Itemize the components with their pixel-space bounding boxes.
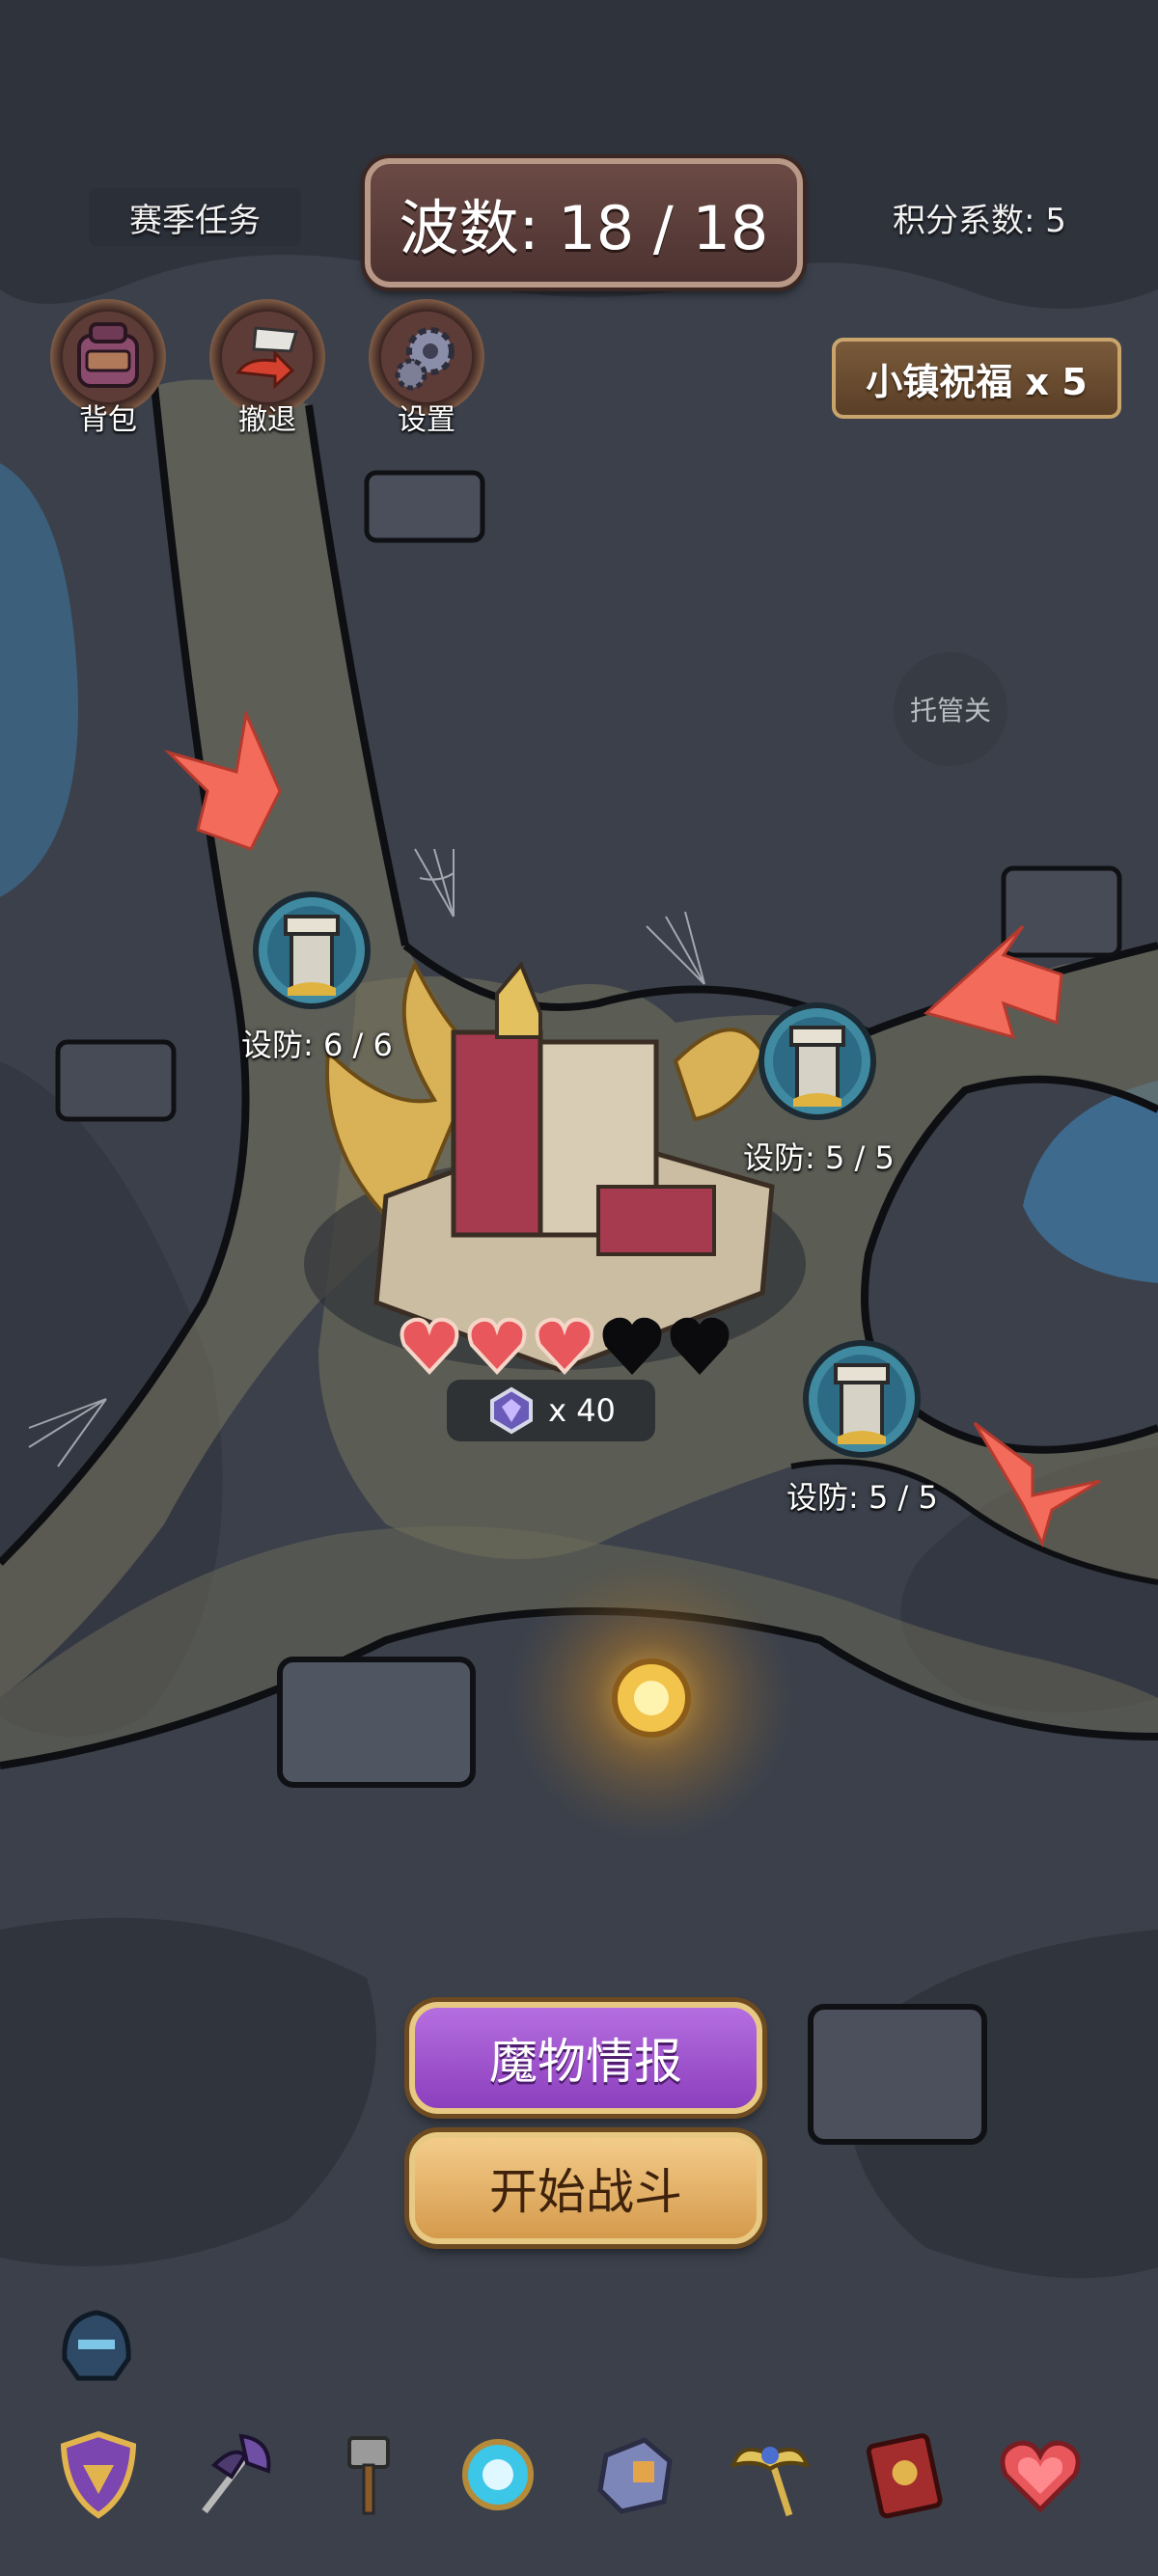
retreat-flag-icon	[235, 326, 298, 390]
wave-counter: 波数: 18 / 18	[365, 158, 803, 288]
settings-label: 设置	[398, 403, 455, 437]
tower-slot-lower-right[interactable]	[799, 1336, 924, 1466]
start-battle-label: 开始战斗	[489, 2164, 682, 2220]
base-health-hearts	[400, 1317, 730, 1375]
gear-icon	[395, 327, 455, 391]
settings-button[interactable]: 设置	[359, 299, 494, 437]
retreat-button[interactable]: 撤退	[200, 299, 335, 437]
heart-full	[400, 1317, 459, 1375]
heart-full	[467, 1317, 527, 1375]
magic-orb-icon	[462, 2439, 534, 2510]
tower-defense-count: 设防: 5 / 5	[743, 1139, 895, 1176]
heart-empty	[670, 1317, 730, 1375]
auto-pass-toggle[interactable]: 托管关	[894, 652, 1007, 766]
rune-stone-icon	[597, 2437, 673, 2514]
bottom-item-axe[interactable]	[185, 2426, 282, 2523]
auto-pass-label: 托管关	[909, 695, 991, 726]
bottom-item-rune[interactable]	[587, 2426, 683, 2523]
town-blessing-label: 小镇祝福 x 5	[866, 360, 1088, 403]
tower-defense-count: 设防: 5 / 5	[786, 1479, 938, 1516]
winged-staff-icon	[731, 2447, 810, 2517]
tower-icon	[803, 1340, 921, 1458]
crystal-icon	[490, 1386, 534, 1435]
monster-intel-label: 魔物情报	[489, 2034, 682, 2090]
bottom-item-staff[interactable]	[722, 2426, 818, 2523]
wave-counter-label: 波数: 18 / 18	[399, 193, 769, 263]
bottom-item-hammer[interactable]	[320, 2426, 417, 2523]
season-tasks-label: 赛季任务	[129, 201, 261, 240]
season-tasks-button[interactable]: 赛季任务	[89, 188, 301, 246]
monster-intel-button[interactable]: 魔物情报	[409, 2002, 762, 2114]
tower-slot-right[interactable]	[755, 999, 880, 1128]
spellbook-icon	[866, 2433, 943, 2519]
score-multiplier: 积分系数: 5	[868, 188, 1090, 246]
town-blessing-badge[interactable]: 小镇祝福 x 5	[832, 338, 1121, 419]
shield-icon	[60, 2430, 137, 2519]
tower-defense-count: 设防: 6 / 6	[241, 1027, 393, 1063]
bottom-item-orb[interactable]	[450, 2426, 546, 2523]
hammer-icon	[347, 2436, 390, 2515]
heart-full	[535, 1317, 594, 1375]
bottom-item-book[interactable]	[857, 2426, 953, 2523]
start-battle-button[interactable]: 开始战斗	[409, 2132, 762, 2244]
heart-icon	[1000, 2440, 1081, 2513]
backpack-button[interactable]: 背包	[41, 299, 176, 437]
retreat-label: 撤退	[238, 403, 296, 437]
tower-slot-left[interactable]	[249, 888, 374, 1017]
bottom-item-shield[interactable]	[50, 2426, 147, 2523]
helmet-icon	[62, 2310, 131, 2381]
tower-icon	[758, 1002, 876, 1120]
crystal-counter: x 40	[447, 1380, 655, 1441]
axe-icon	[202, 2433, 271, 2514]
hero-helmet-button[interactable]	[53, 2301, 140, 2388]
bottom-item-heart[interactable]	[992, 2426, 1089, 2523]
score-multiplier-label: 积分系数: 5	[893, 201, 1066, 240]
heart-empty	[602, 1317, 662, 1375]
backpack-label: 背包	[79, 403, 137, 437]
tower-icon	[253, 891, 371, 1009]
backpack-icon	[77, 322, 139, 388]
crystal-count: x 40	[548, 1392, 616, 1429]
